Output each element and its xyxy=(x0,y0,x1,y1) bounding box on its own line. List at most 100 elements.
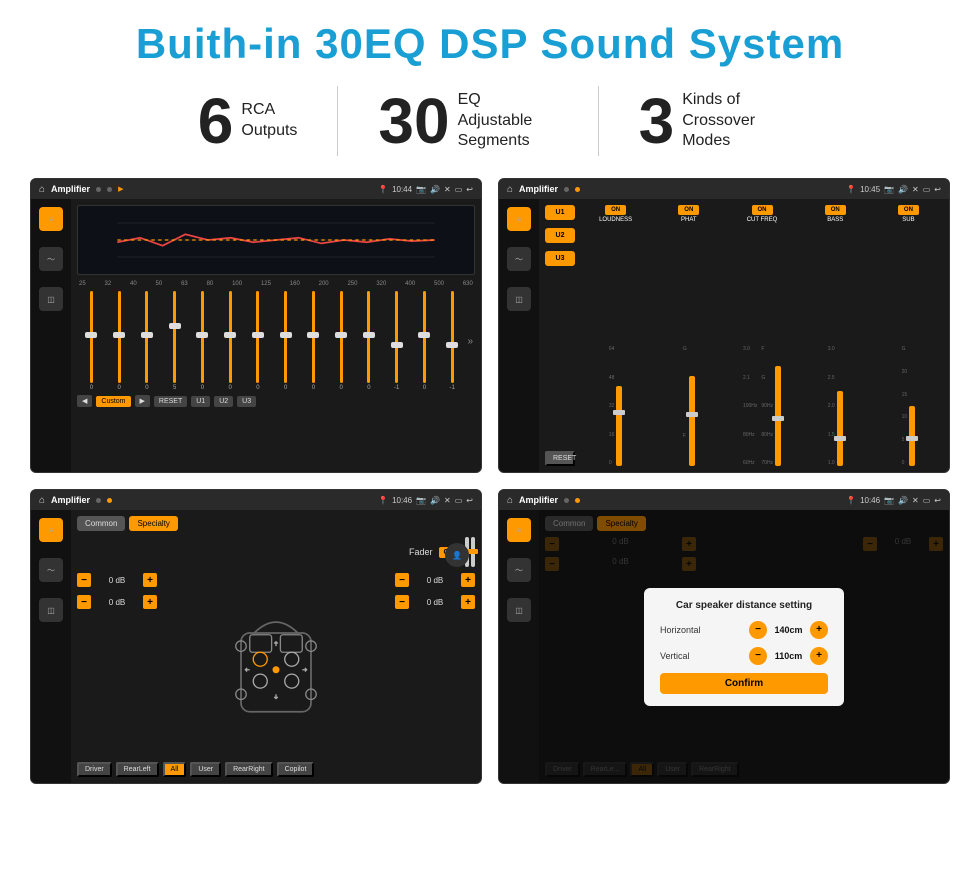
dist-x-icon: ✕ xyxy=(912,496,919,505)
eq-slider-11[interactable]: 0 xyxy=(357,291,382,391)
stat-eq: 30 EQ AdjustableSegments xyxy=(338,89,597,153)
xover-status-left: ⌂ Amplifier xyxy=(507,184,580,195)
xover-bass-on[interactable]: ON xyxy=(825,205,846,215)
fader-copilot-btn[interactable]: Copilot xyxy=(277,762,315,777)
fader-screen-title: Amplifier xyxy=(51,495,90,505)
fader-vol-icon: 🔊 xyxy=(430,496,440,505)
eq-slider-6[interactable]: 0 xyxy=(218,291,243,391)
fader-minus-4[interactable]: − xyxy=(395,595,409,609)
fader-sidebar-vol-icon[interactable]: ◫ xyxy=(39,598,63,622)
fader-db-row-2: − 0 dB + xyxy=(77,595,157,609)
modal-horizontal-plus[interactable]: + xyxy=(810,621,828,639)
stat-crossover: 3 Kinds ofCrossover Modes xyxy=(599,89,823,153)
eq-slider-7[interactable]: 0 xyxy=(246,291,271,391)
fader-minus-1[interactable]: − xyxy=(77,573,91,587)
eq-prev-btn[interactable]: ◀ xyxy=(77,395,92,407)
eq-screenshot: ⌂ Amplifier ▶ 📍 10:44 📷 🔊 ✕ ▭ ↩ xyxy=(30,178,482,473)
eq-slider-12[interactable]: -1 xyxy=(384,291,409,391)
xover-sidebar-vol-icon[interactable]: ◫ xyxy=(507,287,531,311)
dist-status-right: 📍 10:46 📷 🔊 ✕ ▭ ↩ xyxy=(846,496,941,505)
fader-person-icon[interactable]: 👤 xyxy=(445,543,469,567)
fader-sidebar-eq-icon[interactable]: ≡ xyxy=(39,518,63,542)
fader-top-row: Fader ON xyxy=(77,537,475,567)
eq-slider-8[interactable]: 0 xyxy=(273,291,298,391)
dist-sidebar-vol-icon[interactable]: ◫ xyxy=(507,598,531,622)
fader-home-icon: ⌂ xyxy=(39,495,45,506)
eq-next-btn[interactable]: ▶ xyxy=(135,395,150,407)
fader-plus-4[interactable]: + xyxy=(461,595,475,609)
eq-sidebar-vol-icon[interactable]: ◫ xyxy=(39,287,63,311)
xover-presets: U1 U2 U3 RESET xyxy=(545,205,575,466)
xover-time: 10:45 xyxy=(860,185,880,194)
eq-sidebar-eq-icon[interactable]: ≡ xyxy=(39,207,63,231)
xover-loudness: ON LOUDNESS 644832160 xyxy=(581,205,650,466)
eq-u3-btn[interactable]: U3 xyxy=(237,396,256,407)
eq-u1-btn[interactable]: U1 xyxy=(191,396,210,407)
fader-minus-3[interactable]: − xyxy=(395,573,409,587)
xover-u2-btn[interactable]: U2 xyxy=(545,228,575,243)
eq-sidebar: ≡ 〜 ◫ xyxy=(31,199,71,472)
fader-driver-btn[interactable]: Driver xyxy=(77,762,112,777)
eq-graph xyxy=(77,205,475,275)
eq-slider-1[interactable]: 0 xyxy=(79,291,104,391)
eq-freq-40: 40 xyxy=(130,281,137,287)
fader-status-right: 📍 10:46 📷 🔊 ✕ ▭ ↩ xyxy=(378,496,473,505)
fader-body: Fader ON xyxy=(77,537,475,777)
fader-plus-2[interactable]: + xyxy=(143,595,157,609)
fader-sidebar-wave-icon[interactable]: 〜 xyxy=(39,558,63,582)
fader-screenshot: ⌂ Amplifier 📍 10:46 📷 🔊 ✕ ▭ ↩ ≡ xyxy=(30,489,482,784)
fader-plus-3[interactable]: + xyxy=(461,573,475,587)
xover-u3-btn[interactable]: U3 xyxy=(545,251,575,266)
fader-x-icon: ✕ xyxy=(444,496,451,505)
fader-dot1 xyxy=(96,498,101,503)
confirm-button[interactable]: Confirm xyxy=(660,673,828,694)
modal-vertical-minus[interactable]: − xyxy=(749,647,767,665)
eq-slider-5[interactable]: 0 xyxy=(190,291,215,391)
dist-sidebar-eq-icon[interactable]: ≡ xyxy=(507,518,531,542)
fader-tab-specialty[interactable]: Specialty xyxy=(129,516,177,531)
eq-freq-400: 400 xyxy=(405,281,415,287)
xover-sub: ON SUB G20151050 xyxy=(874,205,943,466)
modal-vertical-label: Vertical xyxy=(660,651,690,661)
fader-plus-1[interactable]: + xyxy=(143,573,157,587)
xover-u1-btn[interactable]: U1 xyxy=(545,205,575,220)
eq-slider-3[interactable]: 0 xyxy=(135,291,160,391)
xover-sidebar-wave-icon[interactable]: 〜 xyxy=(507,247,531,271)
modal-horizontal-minus[interactable]: − xyxy=(749,621,767,639)
fader-right-controls: − 0 dB + − 0 dB + xyxy=(395,573,475,762)
fader-user-btn[interactable]: User xyxy=(190,762,221,777)
fader-minus-2[interactable]: − xyxy=(77,595,91,609)
fader-db-val-4: 0 dB xyxy=(413,598,457,607)
fader-status-left: ⌂ Amplifier xyxy=(39,495,112,506)
eq-dot1 xyxy=(96,187,101,192)
xover-sidebar-eq-icon[interactable]: ≡ xyxy=(507,207,531,231)
fader-rearleft-btn[interactable]: RearLeft xyxy=(116,762,159,777)
xover-reset-btn[interactable]: RESET xyxy=(545,451,575,466)
fader-rearright-btn[interactable]: RearRight xyxy=(225,762,273,777)
eq-reset-btn[interactable]: RESET xyxy=(154,396,187,407)
eq-slider-2[interactable]: 0 xyxy=(107,291,132,391)
crossover-screen-body: ≡ 〜 ◫ U1 U2 U3 RESET ON LOU xyxy=(499,199,949,472)
eq-custom-btn[interactable]: Custom xyxy=(96,396,130,407)
fader-tab-common[interactable]: Common xyxy=(77,516,125,531)
eq-freq-320: 320 xyxy=(376,281,386,287)
eq-play-icon: ▶ xyxy=(118,185,123,193)
xover-sub-label: SUB xyxy=(902,217,914,223)
eq-slider-13[interactable]: 0 xyxy=(412,291,437,391)
fader-all-btn[interactable]: All xyxy=(163,762,187,777)
eq-slider-10[interactable]: 0 xyxy=(329,291,354,391)
eq-u2-btn[interactable]: U2 xyxy=(214,396,233,407)
modal-vertical-plus[interactable]: + xyxy=(810,647,828,665)
eq-slider-14[interactable]: -1 xyxy=(440,291,465,391)
eq-slider-4[interactable]: 5 xyxy=(162,291,187,391)
page-container: Buith-in 30EQ DSP Sound System 6 RCAOutp… xyxy=(0,0,980,881)
xover-loudness-on[interactable]: ON xyxy=(605,205,626,215)
xover-cutfreq-on[interactable]: ON xyxy=(752,205,773,215)
stat-label-crossover: Kinds ofCrossover Modes xyxy=(682,90,782,152)
eq-slider-9[interactable]: 0 xyxy=(301,291,326,391)
eq-sidebar-wave-icon[interactable]: 〜 xyxy=(39,247,63,271)
xover-sub-on[interactable]: ON xyxy=(898,205,919,215)
dist-sidebar-wave-icon[interactable]: 〜 xyxy=(507,558,531,582)
eq-freq-500: 500 xyxy=(434,281,444,287)
xover-phat-on[interactable]: ON xyxy=(678,205,699,215)
